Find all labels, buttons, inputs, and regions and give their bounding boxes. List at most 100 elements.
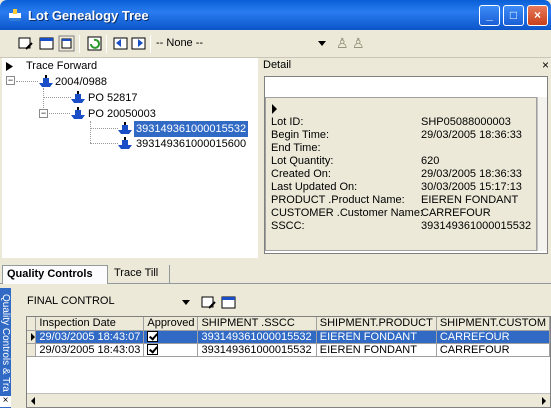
scroll-left-icon[interactable] [31, 397, 35, 405]
horizontal-scrollbar[interactable] [27, 393, 550, 407]
list-window-icon[interactable] [58, 35, 75, 52]
tree-line [90, 121, 91, 143]
row-indicator [27, 330, 37, 344]
prop-label: PRODUCT .Product Name: [271, 194, 405, 206]
ship-icon [71, 91, 85, 103]
detail-title: Detail [263, 59, 292, 71]
prop-label: Lot ID: [271, 116, 304, 128]
cell-inspection-date[interactable]: 29/03/2005 18:43:07 [35, 330, 145, 344]
row-header-corner [27, 317, 37, 331]
column-header[interactable]: SHIPMENT .SSCC [197, 317, 317, 331]
close-icon[interactable]: × [527, 5, 548, 26]
quality-control-combo[interactable]: FINAL CONTROL [24, 293, 190, 311]
chevron-down-icon[interactable] [182, 300, 190, 305]
prop-label: Lot Quantity: [271, 155, 334, 167]
cell-inspection-date[interactable]: 29/03/2005 18:43:03 [35, 343, 145, 357]
quality-table: Inspection Date Approved SHIPMENT .SSCC … [27, 317, 550, 357]
close-icon[interactable]: × [0, 396, 11, 407]
minimize-icon[interactable]: _ [479, 5, 500, 26]
detail-panel: Detail × Lot ID: SHP05088000003 Begin Ti… [260, 58, 551, 258]
tree-node-label[interactable]: PO 20050003 [88, 106, 156, 122]
scroll-right-icon[interactable] [542, 397, 546, 405]
side-panel[interactable]: Quality Controls & Tra × [0, 288, 11, 408]
tree-node-label[interactable]: 2004/0988 [55, 74, 107, 90]
cell-approved[interactable] [143, 343, 199, 357]
tree-line [43, 97, 71, 98]
collapse-toggle[interactable]: − [6, 76, 15, 85]
forward-icon[interactable] [130, 35, 147, 52]
ship-icon [71, 107, 85, 119]
table-row[interactable]: 29/03/2005 18:43:03 393149361000015532 E… [27, 343, 550, 357]
back-icon[interactable] [112, 35, 129, 52]
column-header[interactable]: SHIPMENT.CUSTOM [436, 317, 550, 331]
toolbar-separator [79, 35, 80, 53]
pencil-tool-icon[interactable] [17, 35, 34, 52]
tree-root-label: Trace Forward [26, 60, 98, 72]
table-header-row: Inspection Date Approved SHIPMENT .SSCC … [27, 317, 550, 331]
filter-combo[interactable]: -- None -- [152, 35, 332, 53]
prop-value: 29/03/2005 18:36:33 [421, 129, 522, 141]
ship-icon [118, 137, 132, 149]
triangle-right-icon [6, 62, 13, 71]
toolbar: -- None -- ♙ ♙ [0, 30, 551, 58]
prop-label: Begin Time: [271, 129, 330, 141]
column-header[interactable]: Inspection Date [35, 317, 145, 331]
tab-trace-till[interactable]: Trace Till [110, 265, 170, 284]
title-bar: Lot Genealogy Tree _ □ × [0, 0, 551, 30]
prop-value: 29/03/2005 18:36:33 [421, 168, 522, 180]
prop-label: SSCC: [271, 220, 305, 232]
column-header[interactable]: Approved [143, 317, 199, 331]
checkbox-checked[interactable] [147, 331, 159, 342]
vertical-scrollbar[interactable] [537, 97, 547, 251]
checkbox-checked[interactable] [147, 344, 159, 355]
cell-customer[interactable]: CARREFOUR [436, 330, 550, 344]
column-header[interactable]: SHIPMENT.PRODUCT [316, 317, 437, 331]
cell-sscc[interactable]: 393149361000015532 [197, 343, 317, 357]
tab-strip: Quality Controls Trace Till [0, 262, 551, 284]
window-title: Lot Genealogy Tree [28, 8, 149, 23]
prop-value: CARREFOUR [421, 207, 491, 219]
genealogy-tree: Trace Forward − 2004/0988 PO 52817 − PO … [2, 58, 258, 258]
quality-grid: Inspection Date Approved SHIPMENT .SSCC … [26, 316, 551, 408]
prop-value: SHP05088000003 [421, 116, 511, 128]
maximize-icon[interactable]: □ [503, 5, 524, 26]
close-icon[interactable]: × [542, 58, 549, 72]
pencil-tool-icon[interactable] [200, 294, 217, 311]
window-icon[interactable] [220, 294, 237, 311]
tree-node-label[interactable]: 393149361000015600 [136, 136, 246, 152]
tree-node-label-selected[interactable]: 393149361000015532 [134, 121, 249, 137]
tree-node-label[interactable]: PO 52817 [88, 90, 138, 106]
property-grid: Lot ID: SHP05088000003 Begin Time: 29/03… [265, 97, 537, 251]
ship-icon [39, 75, 53, 87]
quality-control-combo-value: FINAL CONTROL [27, 295, 115, 307]
tab-quality-controls[interactable]: Quality Controls [2, 265, 108, 284]
cell-sscc[interactable]: 393149361000015532 [197, 330, 317, 344]
row-indicator-icon [272, 104, 277, 114]
prop-label: Created On: [271, 168, 331, 180]
tree-line [49, 113, 70, 114]
window-icon[interactable] [38, 35, 55, 52]
prop-value: 620 [421, 155, 440, 167]
prop-value: EIEREN FONDANT [421, 194, 519, 206]
chevron-down-icon[interactable] [318, 41, 326, 46]
cell-product[interactable]: EIEREN FONDANT [316, 330, 437, 344]
tree-line [16, 81, 38, 82]
ship-icon [118, 122, 132, 134]
cell-approved[interactable] [143, 330, 199, 344]
tree-line [90, 128, 118, 129]
person-icon[interactable]: ♙ [352, 36, 365, 51]
cell-customer[interactable]: CARREFOUR [436, 343, 550, 357]
person-icon[interactable]: ♙ [336, 36, 349, 51]
toolbar-separator [106, 35, 107, 53]
prop-label: End Time: [271, 142, 321, 154]
refresh-icon[interactable] [86, 35, 103, 52]
prop-value: 393149361000015532 [421, 220, 532, 232]
tree-line [90, 143, 118, 144]
table-row[interactable]: 29/03/2005 18:43:07 393149361000015532 E… [27, 330, 550, 344]
detail-content: Lot ID: SHP05088000003 Begin Time: 29/03… [264, 76, 548, 254]
cell-product[interactable]: EIEREN FONDANT [316, 343, 437, 357]
row-indicator [27, 343, 37, 357]
prop-label: CUSTOMER .Customer Name: [271, 207, 423, 219]
filter-combo-value: -- None -- [156, 37, 204, 49]
collapse-toggle[interactable]: − [39, 109, 48, 118]
